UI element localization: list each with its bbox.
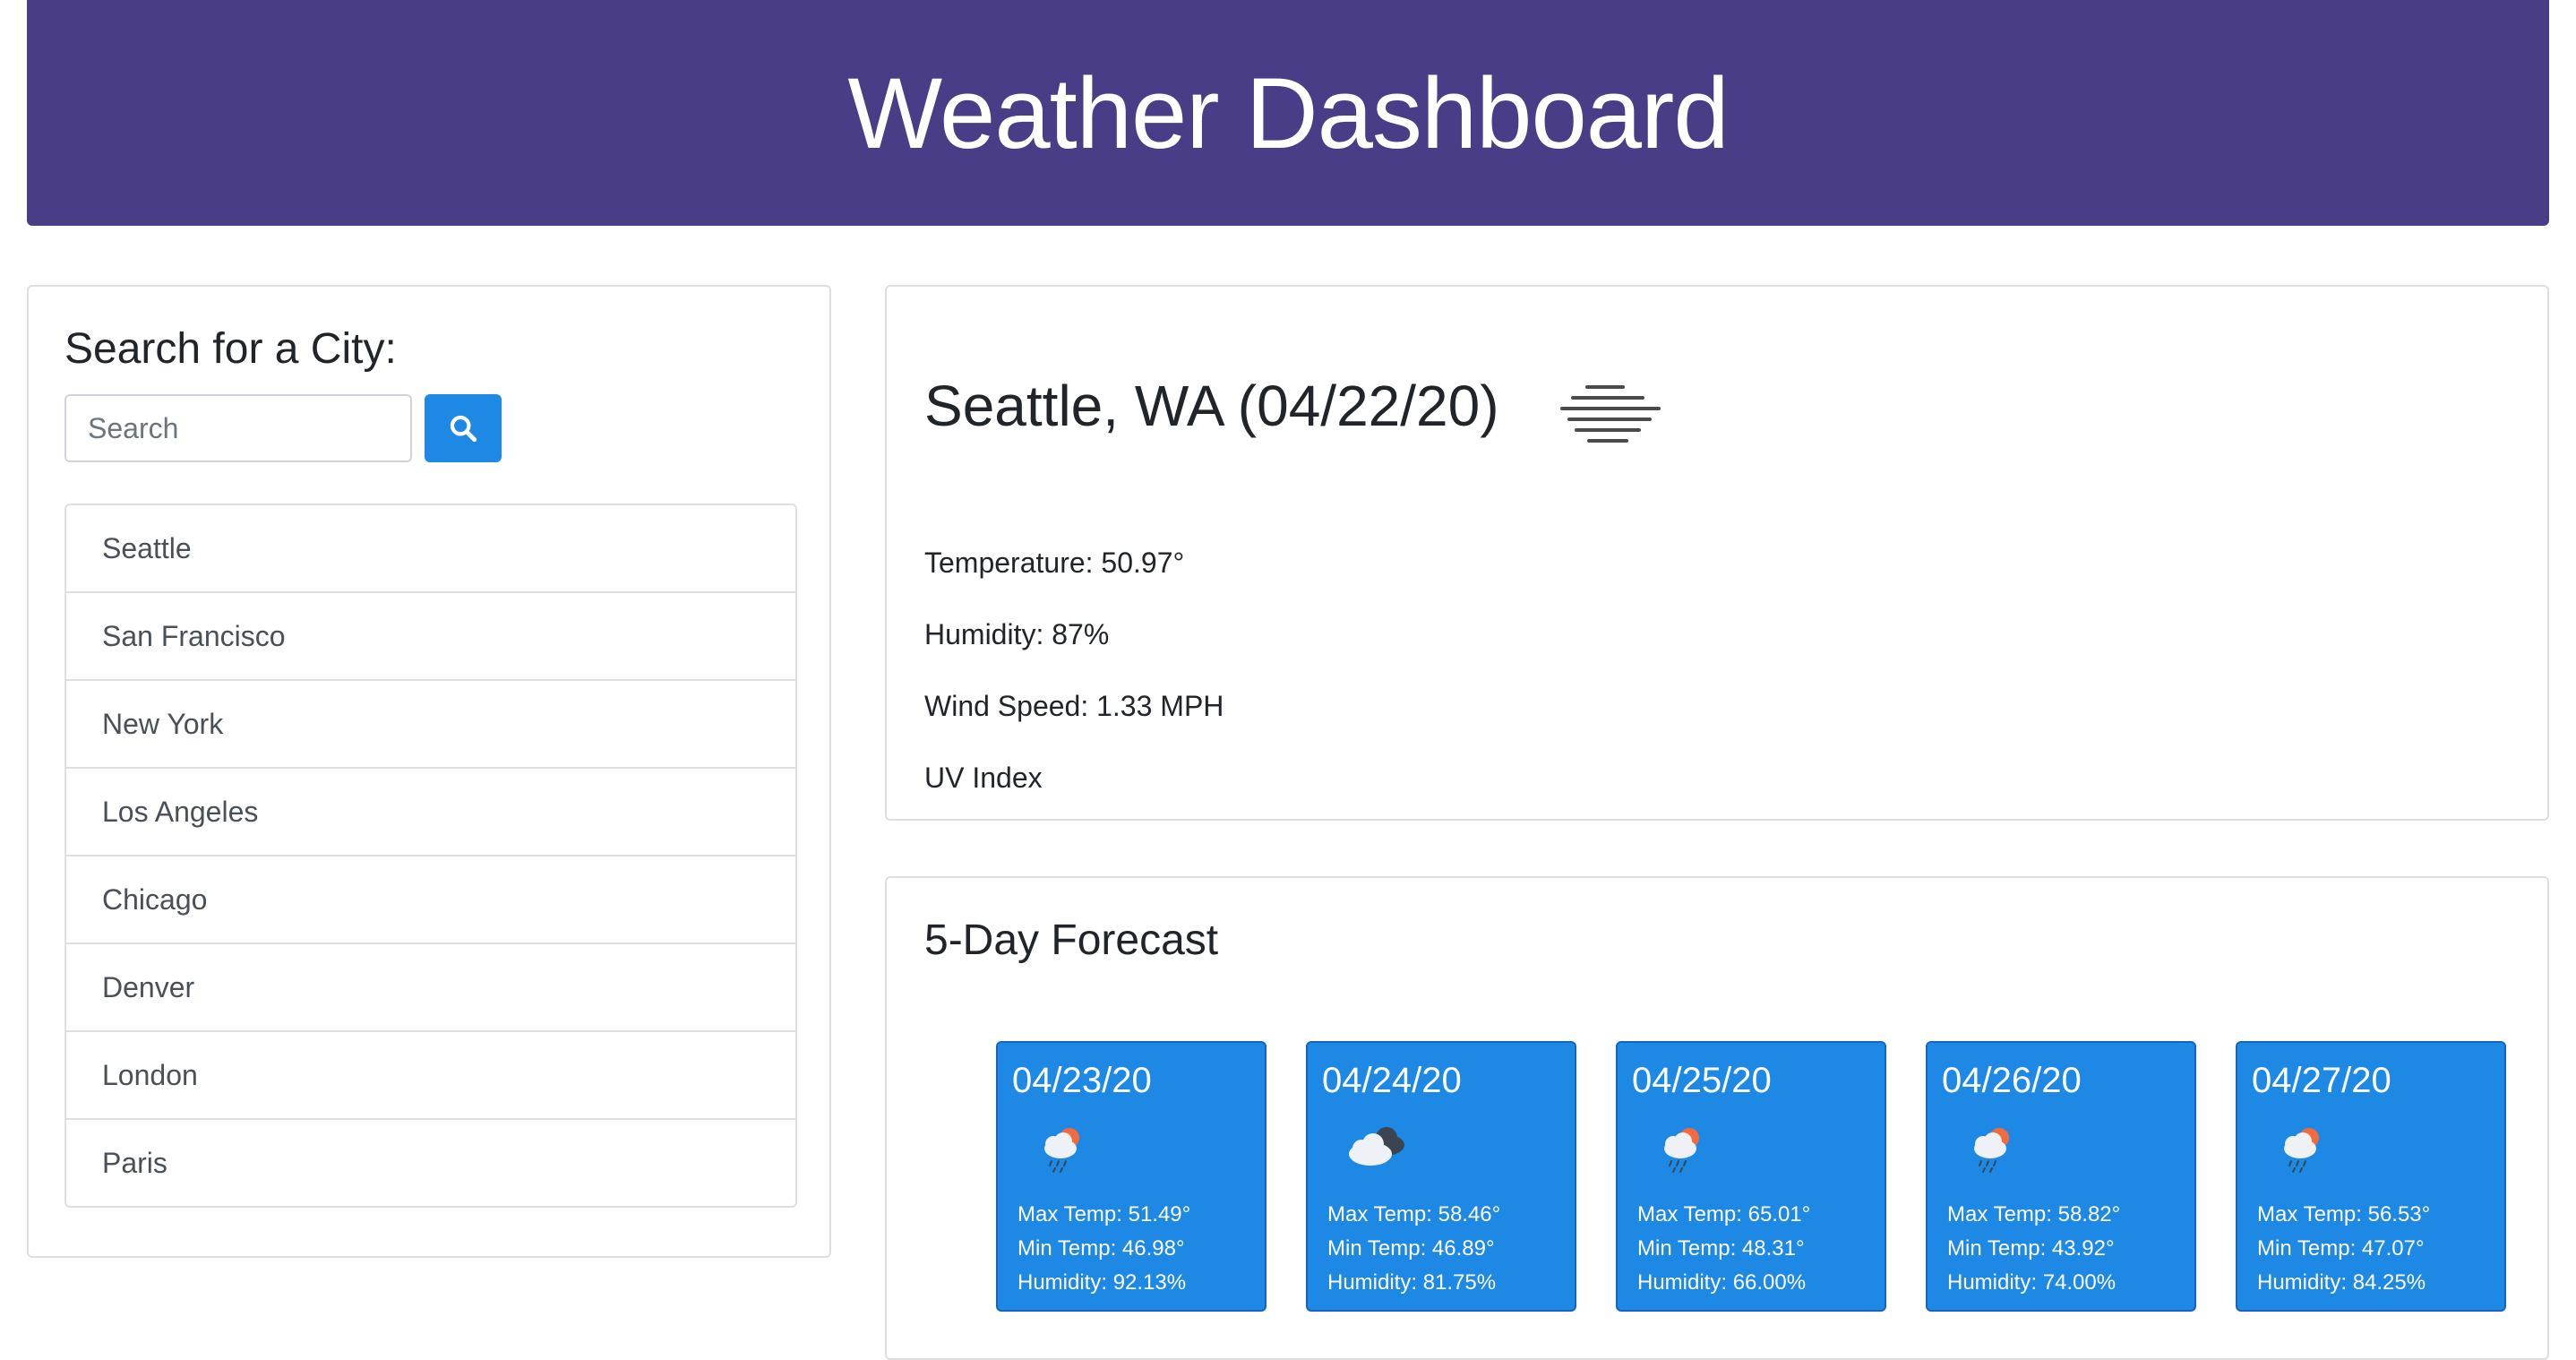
- search-panel: Search for a City: Seattle San Francisco…: [27, 285, 831, 1258]
- forecast-date: 04/23/20: [1012, 1061, 1152, 1100]
- forecast-humidity: Humidity: 66.00%: [1637, 1270, 1807, 1295]
- forecast-max-temp: Max Temp: 65.01°: [1637, 1202, 1811, 1227]
- forecast-card: 04/23/20 Max Temp: 51.49° Min Temp: 46.9…: [996, 1041, 1267, 1312]
- forecast-max-temp: Max Temp: 58.46°: [1327, 1202, 1501, 1227]
- rain-sun-icon: [1974, 1128, 2009, 1173]
- forecast-date: 04/26/20: [1942, 1061, 2082, 1100]
- city-item-seattle[interactable]: Seattle: [64, 504, 797, 593]
- forecast-card: 04/25/20 Max Temp: 65.01° Min Temp: 48.3…: [1616, 1041, 1886, 1312]
- current-weather-card: Seattle, WA (04/22/20) Temperature: 50.9…: [885, 285, 2549, 821]
- forecast-min-temp: Min Temp: 43.92°: [1947, 1236, 2115, 1261]
- forecast-max-temp: Max Temp: 56.53°: [2257, 1202, 2431, 1227]
- current-wind-speed: Wind Speed: 1.33 MPH: [924, 690, 1224, 722]
- city-history-list: Seattle San Francisco New York Los Angel…: [64, 504, 797, 1208]
- city-item-london[interactable]: London: [64, 1030, 797, 1120]
- forecast-panel: 5-Day Forecast 04/23/20 Max Temp: 51.49°…: [885, 876, 2549, 1360]
- current-humidity: Humidity: 87%: [924, 618, 1110, 650]
- search-heading: Search for a City:: [64, 325, 397, 373]
- forecast-min-temp: Min Temp: 47.07°: [2257, 1236, 2425, 1261]
- forecast-max-temp: Max Temp: 58.82°: [1947, 1202, 2121, 1227]
- search-input[interactable]: [64, 394, 412, 462]
- city-item-paris[interactable]: Paris: [64, 1118, 797, 1208]
- forecast-date: 04/24/20: [1322, 1061, 1462, 1100]
- forecast-min-temp: Min Temp: 46.89°: [1327, 1236, 1495, 1261]
- city-item-los-angeles[interactable]: Los Angeles: [64, 767, 797, 856]
- city-item-chicago[interactable]: Chicago: [64, 855, 797, 944]
- forecast-humidity: Humidity: 84.25%: [2257, 1270, 2426, 1295]
- city-item-new-york[interactable]: New York: [64, 679, 797, 769]
- current-temperature: Temperature: 50.97°: [924, 547, 1185, 579]
- forecast-card: 04/27/20 Max Temp: 56.53° Min Temp: 47.0…: [2236, 1041, 2506, 1312]
- search-button[interactable]: [425, 394, 502, 462]
- search-icon: [450, 415, 477, 443]
- mist-icon: [1560, 385, 1661, 443]
- forecast-min-temp: Min Temp: 46.98°: [1018, 1236, 1185, 1261]
- forecast-heading: 5-Day Forecast: [924, 917, 1219, 964]
- forecast-card: 04/24/20 Max Temp: 58.46° Min Temp: 46.8…: [1306, 1041, 1576, 1312]
- forecast-card: 04/26/20 Max Temp: 58.82° Min Temp: 43.9…: [1926, 1041, 2196, 1312]
- page-title: Weather Dashboard: [847, 56, 1729, 169]
- city-item-denver[interactable]: Denver: [64, 943, 797, 1032]
- city-item-san-francisco[interactable]: San Francisco: [64, 591, 797, 681]
- app-header: Weather Dashboard: [27, 0, 2549, 226]
- forecast-date: 04/27/20: [2252, 1061, 2391, 1100]
- rain-sun-icon: [1664, 1128, 1699, 1173]
- forecast-min-temp: Min Temp: 48.31°: [1637, 1236, 1805, 1261]
- forecast-date: 04/25/20: [1632, 1061, 1772, 1100]
- forecast-max-temp: Max Temp: 51.49°: [1018, 1202, 1191, 1227]
- forecast-humidity: Humidity: 92.13%: [1018, 1270, 1187, 1295]
- current-city-title: Seattle, WA (04/22/20): [924, 374, 1499, 438]
- current-uv-index: UV Index: [924, 762, 1043, 794]
- forecast-humidity: Humidity: 81.75%: [1327, 1270, 1497, 1295]
- cloudy-icon: [1349, 1127, 1404, 1166]
- forecast-humidity: Humidity: 74.00%: [1947, 1270, 2117, 1295]
- rain-sun-icon: [1044, 1128, 1079, 1173]
- rain-sun-icon: [2284, 1128, 2319, 1173]
